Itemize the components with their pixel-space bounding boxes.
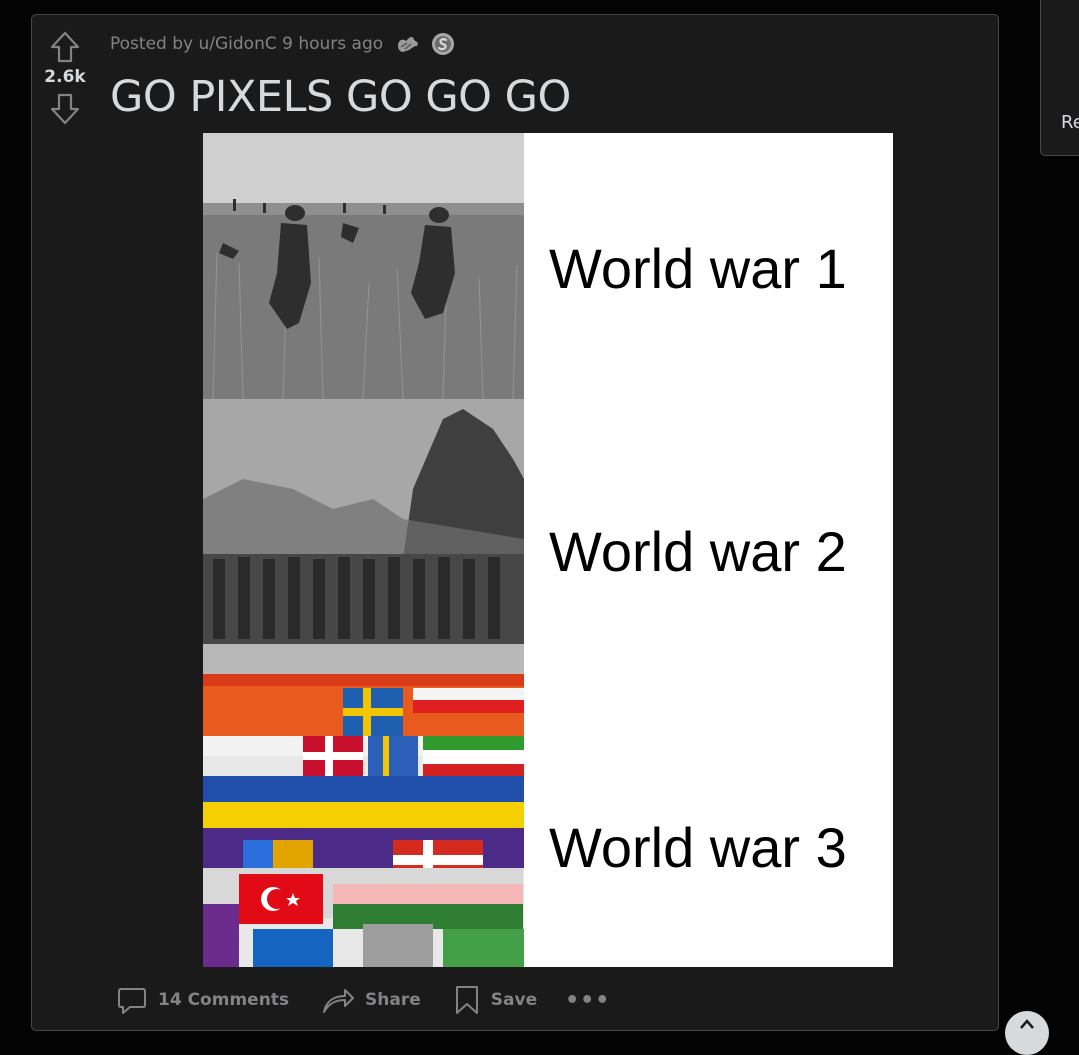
chevron-up-icon [1020,1019,1034,1029]
share-label: Share [365,990,421,1010]
post-title[interactable]: GO PIXELS GO GO GO [110,69,571,125]
more-options-button[interactable]: ••• [565,988,610,1013]
comments-button[interactable]: 14 Comments [116,984,289,1016]
back-to-top-button[interactable] [1005,1011,1049,1055]
author-link[interactable]: u/GidonC [198,34,276,54]
save-button[interactable]: Save [453,984,537,1016]
r-place-pixel-flags-canvas [203,674,524,967]
downvote-button[interactable] [45,90,85,128]
comment-icon [118,988,146,1014]
save-label: Save [490,990,538,1010]
post-meta: Posted by u/GidonC 9 hours ago [110,32,455,56]
post-card[interactable]: 2.6k Posted by u/GidonC 9 hours ago GO P… [31,14,999,1031]
caption-world-war-2: World war 2 [549,520,847,583]
vote-score: 2.6k [44,67,86,87]
sidebar-partial-text: Re [1061,112,1079,133]
silver-coin-award-icon[interactable] [431,32,455,56]
share-button[interactable]: Share [321,984,421,1016]
vote-column: 2.6k [32,15,98,128]
post-image[interactable]: World war 1 World war 2 World war 3 [203,133,893,967]
arrow-down-icon [50,93,80,125]
comments-label: 14 Comments [158,990,290,1010]
post-actions: 14 Comments Share Save ••• [116,980,610,1020]
upvote-button[interactable] [45,28,85,66]
caption-world-war-1: World war 1 [549,237,847,300]
hands-award-icon[interactable] [395,32,421,56]
caption-world-war-3: World war 3 [549,816,847,879]
bookmark-icon [455,986,478,1014]
ww1-soldiers-field-photo [203,133,524,399]
ww2-marching-soldiers-photo [203,399,524,674]
share-icon [323,989,355,1013]
posted-by-prefix: Posted by [110,34,199,54]
post-timestamp[interactable]: 9 hours ago [282,34,383,54]
arrow-up-icon [50,31,80,63]
